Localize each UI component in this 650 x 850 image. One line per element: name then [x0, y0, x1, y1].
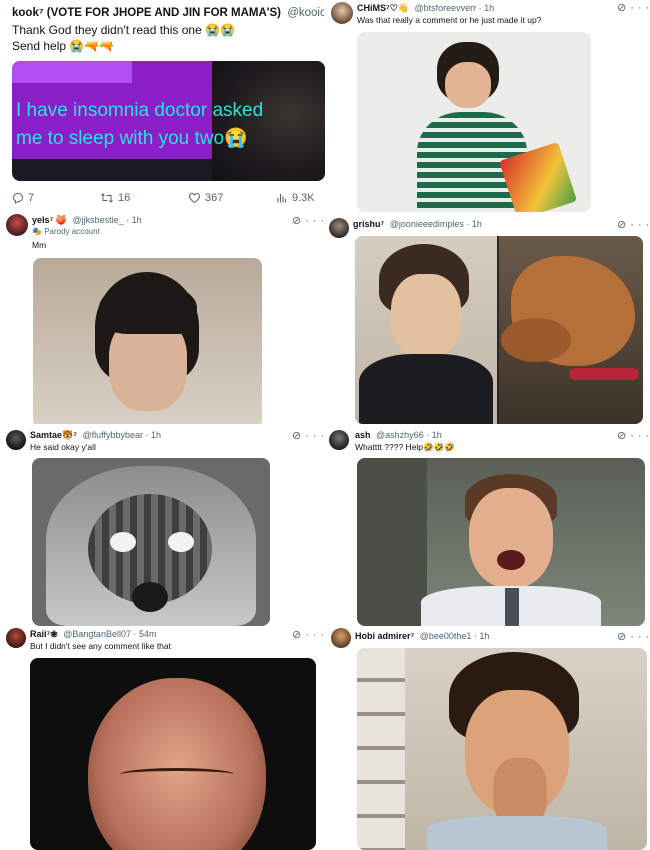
meme-purple-highlight — [12, 61, 132, 83]
tweet-text: Whatttt ???? Help🤣🤣🤣 — [355, 442, 455, 452]
tweet-author-handle[interactable]: @BangtanBell07 · 54m — [63, 629, 156, 639]
more-icon[interactable]: ··· — [305, 430, 325, 442]
tweet-author-handle[interactable]: @btsforeevverr · 1h — [415, 3, 495, 13]
image-left-face — [391, 274, 461, 358]
tweet-text-line1: Thank God they didn't read this one 😭😭 — [12, 23, 235, 37]
meme-text-line2: me to sleep with you two😭 — [16, 128, 248, 149]
more-icon[interactable]: ··· — [305, 215, 325, 227]
tweet-author-handle[interactable]: @jjksbestie_ · 1h — [72, 215, 141, 225]
tweet-text: Mm — [32, 240, 47, 250]
tweet-author-name[interactable]: Raii⁷❀ — [30, 629, 58, 639]
like-count: 367 — [205, 192, 224, 204]
tweet-author-handle[interactable]: @kooice97 — [287, 7, 324, 19]
tweet-text: He said okay y'all — [30, 442, 96, 452]
reply-icon — [12, 193, 24, 204]
more-icon[interactable]: ··· — [630, 2, 650, 14]
tweet-text-line2: Send help 😭🔫🔫 — [12, 39, 115, 53]
retweet-count: 16 — [118, 192, 131, 204]
avatar[interactable] — [331, 2, 353, 24]
grok-icon[interactable]: ⊘ — [292, 430, 305, 442]
like-button[interactable]: 367 — [188, 192, 223, 204]
retweet-button[interactable]: 16 — [100, 192, 130, 204]
tweet-author-handle[interactable]: @ashzhy66 · 1h — [376, 430, 442, 440]
tweet-ash[interactable]: ash @ashzhy66 · 1h ⊘··· Whatttt ???? Hel… — [325, 424, 650, 628]
tweet-author-name[interactable]: kook⁷ (VOTE FOR JHOPE AND JIN FOR MAMA'S… — [12, 7, 281, 19]
tweet-yels[interactable]: yels⁷ 🍑 @jjksbestie_ · 1h ⊘··· 🎭 Parody … — [0, 212, 325, 424]
image-wall-posters — [357, 648, 405, 850]
more-icon[interactable]: ··· — [630, 430, 650, 442]
grok-icon[interactable]: ⊘ — [292, 629, 305, 641]
avatar[interactable] — [6, 628, 26, 648]
image-cat-eye-left — [110, 532, 136, 552]
retweet-icon — [101, 193, 113, 203]
avatar[interactable] — [329, 218, 349, 238]
tweet-author-handle[interactable]: @fluffybbybear · 1h — [82, 430, 161, 440]
image-baby-face — [88, 678, 266, 850]
parody-label: Parody account — [44, 227, 100, 236]
tweet-metrics: 7 16 367 9.3K — [12, 192, 324, 208]
more-icon[interactable]: ··· — [305, 629, 325, 641]
tweet-chims[interactable]: CHiMS⁷♡👋 @btsforeevverr · 1h ⊘··· Was th… — [325, 0, 650, 212]
reply-button[interactable]: 7 — [12, 192, 34, 204]
image-figure-face — [445, 62, 491, 108]
image-baby-eyes — [120, 768, 234, 781]
image-cat-eye-right — [168, 532, 194, 552]
tweet-author-name[interactable]: CHiMS⁷♡👋 — [357, 3, 409, 13]
grok-icon[interactable]: ⊘ — [617, 631, 630, 643]
avatar[interactable] — [6, 214, 28, 236]
more-icon[interactable]: ··· — [630, 631, 650, 643]
tweet-media-image[interactable] — [357, 648, 647, 850]
image-figure-hair-front — [99, 282, 197, 334]
tweet-media-image[interactable] — [357, 32, 591, 212]
tweet-text: But I didn't see any comment like that — [30, 641, 172, 651]
tweet-media-image[interactable] — [357, 458, 645, 626]
grok-icon[interactable]: ⊘ — [617, 430, 630, 442]
image-cat-mouth — [132, 582, 168, 612]
image-left-suit — [359, 354, 493, 424]
avatar[interactable] — [331, 628, 351, 648]
meme-text-line1: I have insomnia doctor asked — [16, 100, 264, 121]
reply-count: 7 — [28, 192, 35, 204]
tweet-author-handle[interactable]: @joonieeedimples · 1h — [390, 219, 482, 229]
image-dog-collar — [569, 368, 639, 380]
grok-icon[interactable]: ⊘ — [617, 2, 630, 14]
views-button[interactable]: 9.3K — [276, 192, 315, 204]
tweet-author-name[interactable]: Samtae🐯⁷ — [30, 430, 77, 440]
views-count: 9.3K — [292, 192, 315, 204]
tweet-media-image[interactable] — [30, 658, 316, 850]
image-person-tie — [505, 588, 519, 626]
views-icon — [277, 194, 287, 203]
image-wall-panel — [357, 458, 427, 626]
tweet-media-image[interactable] — [32, 458, 270, 626]
tweet-author-name[interactable]: ash — [355, 430, 371, 440]
tweet-media-meme[interactable]: I have insomnia doctor asked me to sleep… — [12, 61, 325, 181]
tweet-author-name[interactable]: yels⁷ 🍑 — [32, 215, 67, 225]
tweet-author-name[interactable]: grishu⁷ — [353, 219, 384, 229]
tweet-author-name[interactable]: Hobi admirer⁷ — [355, 631, 414, 641]
tweet-text: Was that really a comment or he just mad… — [357, 15, 542, 25]
more-icon[interactable]: ··· — [630, 219, 650, 231]
image-dog-snout — [501, 318, 571, 362]
tweet-grishu[interactable]: grishu⁷ @joonieeedimples · 1h ⊘··· — [325, 212, 650, 424]
tweet-raii[interactable]: Raii⁷❀ @BangtanBell07 · 54m ⊘··· But I d… — [0, 628, 325, 850]
tweet-samtae[interactable]: Samtae🐯⁷ @fluffybbybear · 1h ⊘··· He sai… — [0, 424, 325, 628]
grok-icon[interactable]: ⊘ — [617, 219, 630, 231]
parody-icon: 🎭 — [32, 227, 42, 236]
like-icon — [188, 193, 201, 204]
tweet-media-image[interactable] — [33, 258, 262, 424]
tweet-media-image[interactable] — [355, 236, 643, 424]
image-person-shirt — [427, 816, 607, 850]
image-person-mouth — [497, 550, 525, 570]
avatar[interactable] — [6, 430, 26, 450]
avatar[interactable] — [329, 430, 349, 450]
grok-icon[interactable]: ⊘ — [292, 215, 305, 227]
tweet-hobi-admirer[interactable]: Hobi admirer⁷ @bee00the1 · 1h ⊘··· — [325, 628, 650, 850]
image-person-face — [469, 488, 553, 588]
tweet-kook[interactable]: kook⁷ (VOTE FOR JHOPE AND JIN FOR MAMA'S… — [0, 0, 325, 212]
tweet-author-handle[interactable]: @bee00the1 · 1h — [420, 631, 490, 641]
